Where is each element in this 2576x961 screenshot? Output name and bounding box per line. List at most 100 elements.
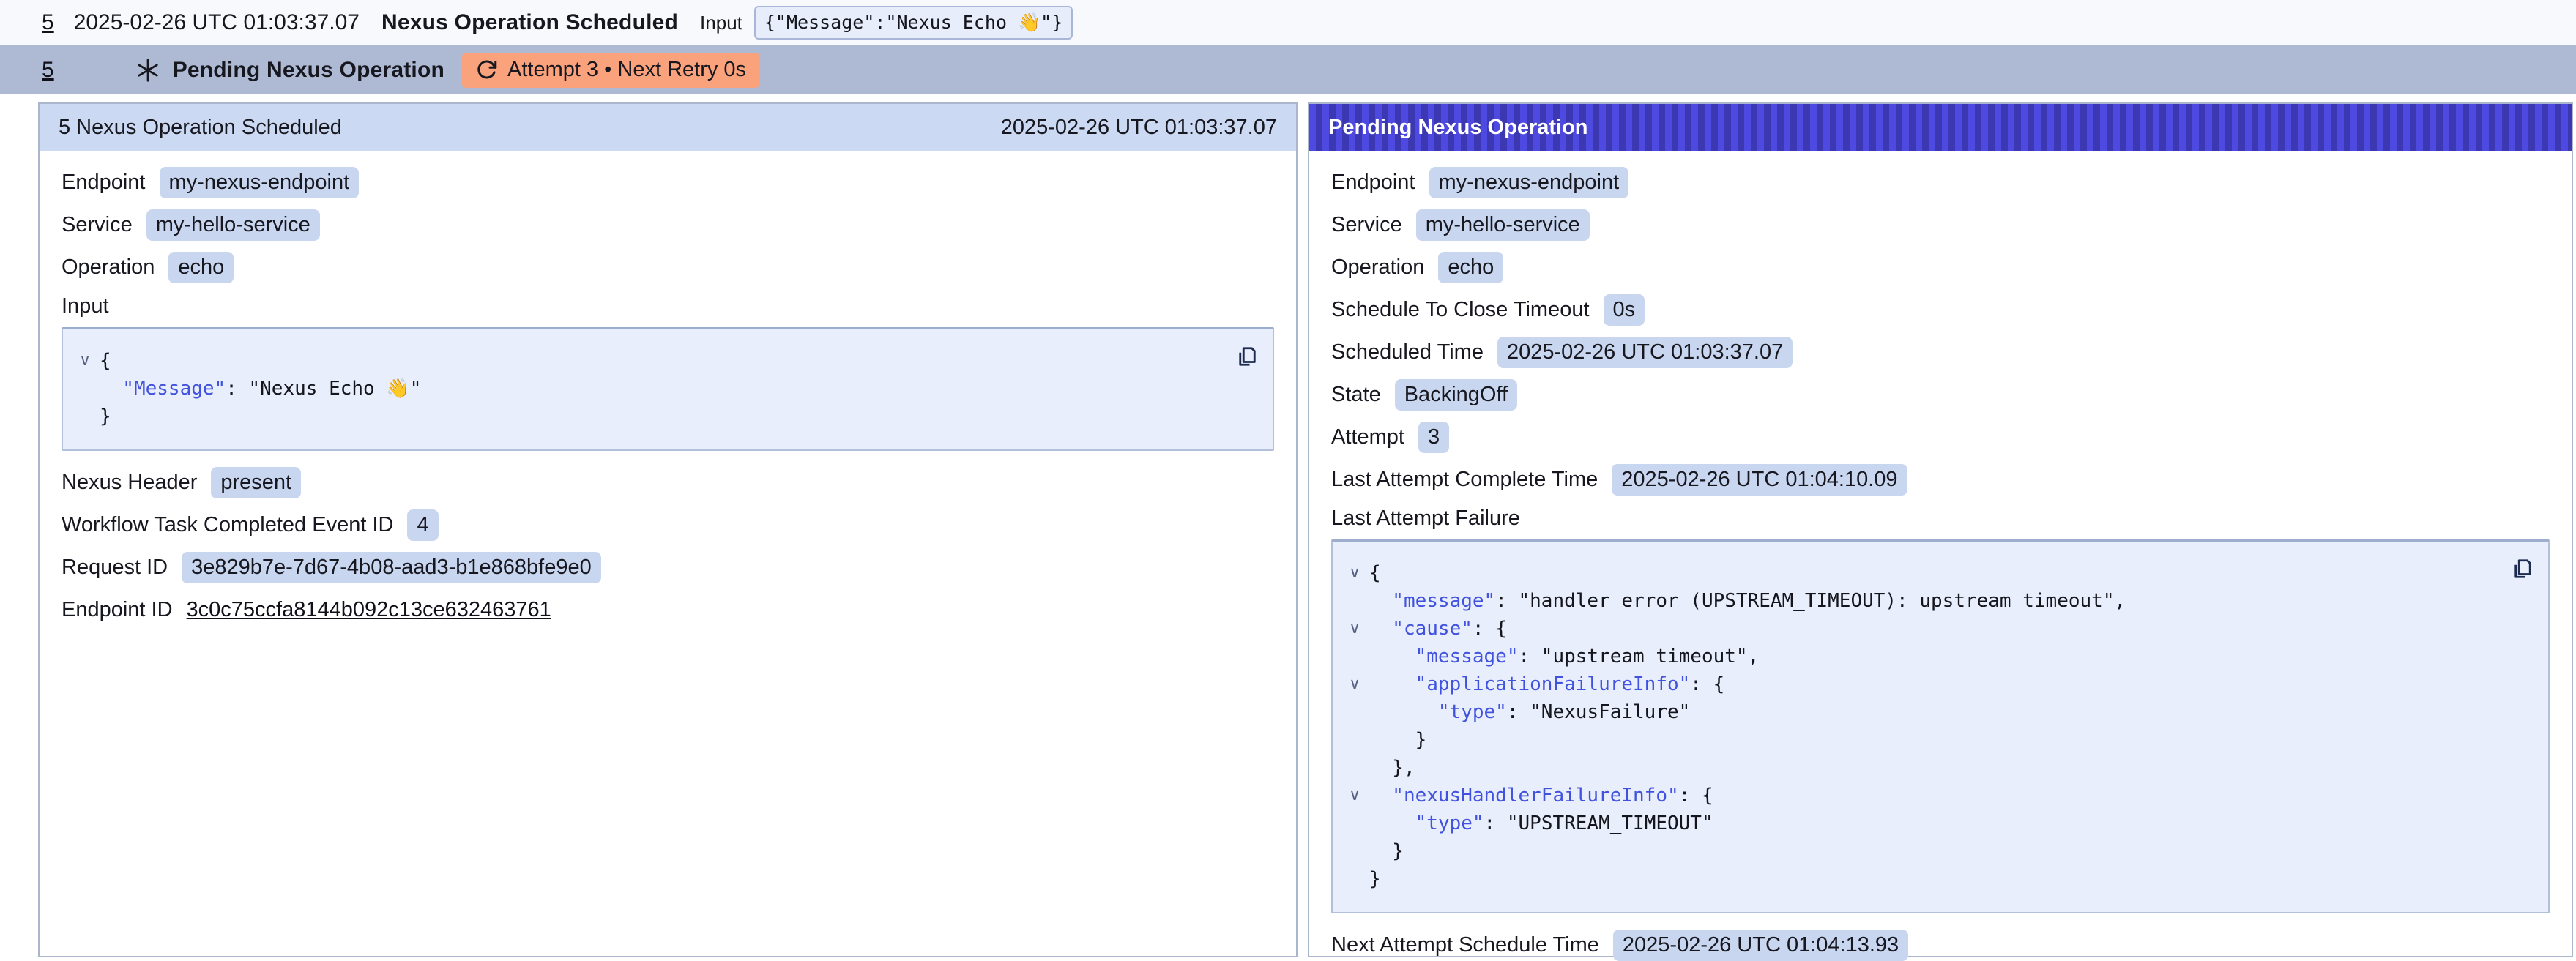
field-endpoint-id: Endpoint ID 3c0c75ccfa8144b092c13ce63246… — [62, 594, 1274, 626]
code-line: "type": "NexusFailure" — [1340, 698, 2497, 726]
field-last-attempt-complete-time: Last Attempt Complete Time 2025-02-26 UT… — [1331, 464, 2550, 496]
field-schedule-to-close-timeout: Schedule To Close Timeout 0s — [1331, 294, 2550, 326]
code-line: ∨ "cause": { — [1340, 615, 2497, 643]
event-input-preview-chip: {"Message":"Nexus Echo 👋"} — [754, 6, 1073, 40]
field-value-chip: 3e829b7e-7d67-4b08-aad3-b1e868bfe9e0 — [182, 552, 601, 583]
event-detail-header-timestamp: 2025-02-26 UTC 01:03:37.07 — [1001, 116, 1277, 140]
field-label: State — [1331, 383, 1381, 407]
field-label: Scheduled Time — [1331, 340, 1484, 364]
code-gutter — [70, 403, 100, 430]
code-line: ∨ "applicationFailureInfo": { — [1340, 670, 2497, 698]
collapse-chevron-icon[interactable]: ∨ — [1340, 782, 1369, 809]
field-label: Endpoint — [1331, 171, 1415, 195]
field-value-chip: 4 — [407, 509, 438, 541]
pending-operation-row[interactable]: 5 Pending Nexus Operation Attempt 3 • Ne… — [0, 45, 2576, 94]
field-value-chip: 0s — [1604, 294, 1645, 326]
field-label: Endpoint — [62, 171, 146, 195]
field-value-chip: 2025-02-26 UTC 01:04:13.93 — [1613, 930, 1908, 961]
field-label: Service — [62, 213, 133, 237]
code-line: ∨ "nexusHandlerFailureInfo": { — [1340, 782, 2497, 809]
collapse-chevron-icon[interactable]: ∨ — [1340, 559, 1369, 587]
pending-operation-header-title: Pending Nexus Operation — [1328, 116, 1588, 140]
code-gutter — [1340, 809, 1369, 837]
code-line: } — [1340, 837, 2497, 865]
field-state: State BackingOff — [1331, 379, 2550, 411]
field-label: Last Attempt Complete Time — [1331, 468, 1598, 492]
field-endpoint: Endpoint my-nexus-endpoint — [62, 167, 1274, 198]
code-gutter — [1340, 865, 1369, 893]
field-service: Service my-hello-service — [1331, 209, 2550, 241]
event-id-link[interactable]: 5 — [42, 10, 54, 35]
field-value-chip: my-hello-service — [146, 209, 320, 241]
retry-attempt-badge: Attempt 3 • Next Retry 0s — [462, 53, 759, 88]
copy-button[interactable] — [1232, 343, 1261, 372]
field-label: Workflow Task Completed Event ID — [62, 513, 393, 537]
field-label: Endpoint ID — [62, 598, 173, 622]
event-summary-row[interactable]: 5 2025-02-26 UTC 01:03:37.07 Nexus Opera… — [0, 0, 2576, 45]
collapse-chevron-icon[interactable]: ∨ — [70, 347, 100, 375]
field-label: Operation — [1331, 255, 1424, 280]
field-value-chip: my-hello-service — [1416, 209, 1590, 241]
field-value-chip: my-nexus-endpoint — [1429, 167, 1629, 198]
field-service: Service my-hello-service — [62, 209, 1274, 241]
last-attempt-failure-heading: Last Attempt Failure — [1331, 506, 2550, 531]
code-line: }, — [1340, 754, 2497, 782]
code-line: } — [1340, 726, 2497, 754]
pending-operation-panel: Pending Nexus Operation Endpoint my-nexu… — [1308, 102, 2573, 957]
field-value-chip: 2025-02-26 UTC 01:03:37.07 — [1497, 337, 1793, 368]
code-line: } — [70, 403, 1221, 430]
field-endpoint: Endpoint my-nexus-endpoint — [1331, 167, 2550, 198]
field-label: Next Attempt Schedule Time — [1331, 933, 1599, 957]
pending-operation-header: Pending Nexus Operation — [1309, 104, 2572, 151]
code-gutter — [1340, 754, 1369, 782]
field-value-chip: echo — [168, 252, 234, 283]
field-label: Request ID — [62, 556, 168, 580]
event-detail-header-title: 5 Nexus Operation Scheduled — [59, 116, 342, 140]
field-operation: Operation echo — [62, 252, 1274, 283]
input-section-heading: Input — [62, 294, 1274, 318]
event-timestamp: 2025-02-26 UTC 01:03:37.07 — [74, 10, 360, 35]
field-value-chip: present — [211, 467, 301, 498]
field-label: Service — [1331, 213, 1402, 237]
code-gutter — [1340, 837, 1369, 865]
field-value-chip: 2025-02-26 UTC 01:04:10.09 — [1612, 464, 1907, 496]
code-gutter — [1340, 587, 1369, 615]
code-line: "type": "UPSTREAM_TIMEOUT" — [1340, 809, 2497, 837]
pending-asterisk-icon — [135, 57, 161, 83]
code-line: ∨{ — [1340, 559, 2497, 587]
event-title: Nexus Operation Scheduled — [381, 10, 678, 35]
pending-id-link[interactable]: 5 — [42, 58, 54, 83]
code-gutter — [1340, 643, 1369, 670]
failure-json-block: ∨{ "message": "handler error (UPSTREAM_T… — [1331, 539, 2550, 913]
code-line: "message": "upstream timeout", — [1340, 643, 2497, 670]
field-label: Attempt — [1331, 425, 1404, 449]
field-scheduled-time: Scheduled Time 2025-02-26 UTC 01:03:37.0… — [1331, 337, 2550, 368]
field-value-chip: 3 — [1418, 422, 1449, 453]
retry-icon — [475, 59, 498, 81]
field-attempt: Attempt 3 — [1331, 422, 2550, 453]
field-workflow-task-completed-event-id: Workflow Task Completed Event ID 4 — [62, 509, 1274, 541]
field-nexus-header: Nexus Header present — [62, 467, 1274, 498]
code-gutter — [1340, 726, 1369, 754]
field-next-attempt-schedule-time: Next Attempt Schedule Time 2025-02-26 UT… — [1331, 930, 2550, 961]
event-detail-panel: 5 Nexus Operation Scheduled 2025-02-26 U… — [38, 102, 1298, 957]
code-line: } — [1340, 865, 2497, 893]
code-gutter — [1340, 698, 1369, 726]
collapse-chevron-icon[interactable]: ∨ — [1340, 615, 1369, 643]
field-operation: Operation echo — [1331, 252, 2550, 283]
collapse-chevron-icon[interactable]: ∨ — [1340, 670, 1369, 698]
field-label: Operation — [62, 255, 155, 280]
field-request-id: Request ID 3e829b7e-7d67-4b08-aad3-b1e86… — [62, 552, 1274, 583]
pending-row-title: Pending Nexus Operation — [173, 58, 444, 83]
field-value-chip: my-nexus-endpoint — [160, 167, 360, 198]
code-line: "message": "handler error (UPSTREAM_TIME… — [1340, 587, 2497, 615]
code-line: "Message": "Nexus Echo 👋" — [70, 375, 1221, 403]
retry-badge-text: Attempt 3 • Next Retry 0s — [507, 58, 746, 82]
input-json-block: ∨{ "Message": "Nexus Echo 👋" } — [62, 327, 1274, 451]
event-input-label: Input — [700, 12, 742, 34]
code-gutter — [70, 375, 100, 403]
code-line: ∨{ — [70, 347, 1221, 375]
field-label: Schedule To Close Timeout — [1331, 298, 1590, 322]
copy-button[interactable] — [2507, 555, 2536, 584]
endpoint-id-link[interactable]: 3c0c75ccfa8144b092c13ce632463761 — [187, 598, 551, 622]
